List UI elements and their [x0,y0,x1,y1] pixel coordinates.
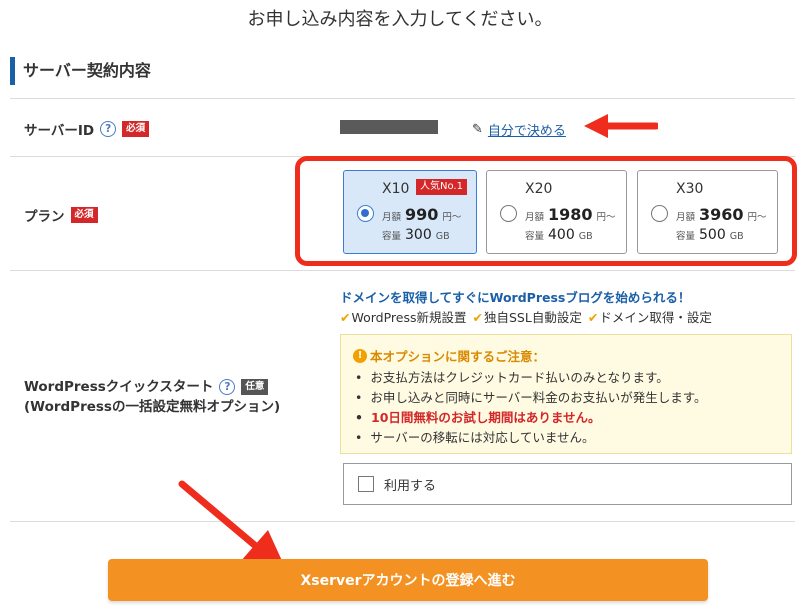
wp-quickstart-sublabel: (WordPressの一括設定無料オプション) [24,399,281,415]
self-decide-link[interactable]: ✎ 自分で決める [472,120,566,139]
storage-label: 容量 [676,231,696,242]
self-decide-link-label: 自分で決める [487,124,566,139]
plan-price: 月額 3960 円〜 [676,205,767,224]
notice-item: お支払方法はクレジットカード払いのみとなります。 [355,368,707,388]
price-label: 月額 [676,212,696,223]
notice-title: ! 本オプションに関するご注意： [353,346,545,365]
wp-promo-text: ドメインを取得してすぐにWordPressブログを始められる！ [340,290,691,305]
wp-feature-list: ✔WordPress新規設置 ✔独自SSL自動設定 ✔ドメイン取得・設定 [340,307,712,326]
notice-list: お支払方法はクレジットカード払いのみとなります。 お申し込みと同時にサーバー料金… [355,368,707,448]
price-label: 月額 [382,212,402,223]
optional-badge: 任意 [241,379,269,395]
check-icon: ✔ [472,310,483,325]
price-value: 1980 [548,205,593,224]
storage-unit: GB [729,231,744,242]
storage-label: 容量 [525,231,545,242]
plan-card-x20[interactable]: X20 月額 1980 円〜 容量 400 GB [486,170,627,254]
plan-storage: 容量 300 GB [382,227,450,243]
use-option-checkbox-row[interactable]: 利用する [343,463,792,505]
divider [10,521,795,522]
section-title: サーバー契約内容 [10,57,151,85]
warning-icon: ! [353,348,367,363]
use-option-label: 利用する [384,478,437,494]
price-value: 3960 [699,205,744,224]
plan-name: X30 [676,181,704,197]
plan-radio-x30[interactable] [651,205,668,222]
page-heading: お申し込み内容を入力してください。 [247,9,553,30]
plan-radio-x10[interactable] [357,205,374,222]
check-icon: ✔ [340,310,351,325]
annotation-arrow-left [584,114,658,138]
notice-item-emphasis: 10日間無料のお試し期間はありません。 [355,408,707,428]
price-unit: 円〜 [596,212,616,223]
plan-price: 月額 1980 円〜 [525,205,616,224]
plan-storage: 容量 400 GB [525,227,593,243]
option-notice-box: ! 本オプションに関するご注意： お支払方法はクレジットカード払いのみとなります… [340,334,792,454]
storage-value: 400 [548,227,575,243]
xserver-account-register-button[interactable]: Xserverアカウントの登録へ進む [108,559,708,601]
price-value: 990 [405,205,439,224]
popular-badge: 人気No.1 [416,179,467,195]
feature-item: ✔独自SSL自動設定 [473,307,582,326]
server-id-label-text: サーバーID [24,123,95,139]
divider [10,270,795,271]
feature-item: ✔ドメイン取得・設定 [588,307,712,326]
wp-quickstart-label: WordPressクイックスタート ? 任意 (WordPressの一括設定無料… [24,377,280,417]
notice-item: サーバーの移転には対応していません。 [355,428,707,448]
plan-card-x10[interactable]: X10 人気No.1 月額 990 円〜 容量 300 GB [343,170,477,254]
storage-value: 300 [405,227,432,243]
plan-storage: 容量 500 GB [676,227,744,243]
help-icon[interactable]: ? [100,121,117,137]
plan-card-x30[interactable]: X30 月額 3960 円〜 容量 500 GB [637,170,778,254]
price-label: 月額 [525,212,545,223]
plan-name: X20 [525,181,553,197]
check-icon: ✔ [587,310,599,325]
divider [10,98,795,99]
notice-title-text: 本オプションに関するご注意： [370,349,546,364]
server-id-value-redacted [340,120,438,134]
plan-name: X10 [382,181,410,197]
storage-unit: GB [578,231,593,242]
plan-label-text: プラン [24,209,65,225]
feature-text: ドメイン取得・設定 [599,310,712,325]
pencil-icon: ✎ [472,122,483,137]
wp-quickstart-label-text: WordPressクイックスタート [24,379,214,395]
feature-text: 独自SSL自動設定 [484,310,582,325]
notice-item: お申し込みと同時にサーバー料金のお支払いが発生します。 [355,388,706,408]
required-badge: 必須 [70,207,98,223]
plan-price: 月額 990 円〜 [382,205,461,224]
storage-unit: GB [435,231,450,242]
feature-item: ✔WordPress新規設置 [340,307,467,326]
plan-label: プラン 必須 [24,205,98,225]
storage-value: 500 [699,227,726,243]
server-id-label: サーバーID ? 必須 [24,119,150,139]
required-badge: 必須 [122,121,150,137]
plan-radio-x20[interactable] [500,205,517,222]
price-unit: 円〜 [747,212,767,223]
price-unit: 円〜 [442,212,462,223]
storage-label: 容量 [382,231,402,242]
feature-text: WordPress新規設置 [351,310,467,325]
use-option-checkbox[interactable] [358,476,374,492]
help-icon[interactable]: ? [219,379,236,395]
